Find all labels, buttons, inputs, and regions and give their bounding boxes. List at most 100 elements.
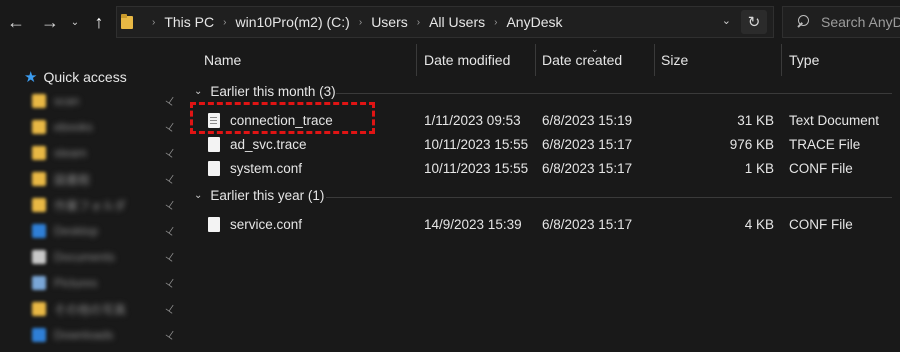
group-divider: [336, 93, 892, 94]
breadcrumb-all-users[interactable]: All Users: [429, 14, 485, 30]
navigation-bar: ← → ⌄ ↑ › This PC › win10Pro(m2) (C:) › …: [0, 0, 900, 44]
file-name-cell[interactable]: service.conf: [208, 212, 302, 236]
pin-icon[interactable]: ⊥: [163, 274, 178, 290]
type-cell: CONF File: [789, 160, 853, 176]
sidebar-item[interactable]: 作業フォルダ: [32, 196, 126, 214]
sidebar-item[interactable]: 図書館: [32, 170, 90, 188]
breadcrumb-this-pc[interactable]: This PC: [164, 14, 214, 30]
forward-button[interactable]: →: [38, 10, 62, 34]
size-cell: 976 KB: [729, 136, 774, 152]
group-header-this-month[interactable]: ⌄ Earlier this month (3): [194, 84, 336, 99]
column-header-date-modified[interactable]: Date modified: [424, 44, 510, 76]
search-box[interactable]: [782, 6, 900, 38]
pin-icon[interactable]: ⊥: [163, 118, 178, 134]
column-divider[interactable]: [781, 44, 782, 76]
folder-icon: [32, 94, 46, 108]
address-dropdown-button[interactable]: ⌄: [722, 14, 731, 27]
sidebar-item[interactable]: scan: [32, 92, 79, 110]
navigation-pane: ★ Quick access scan ⊥ ebooks ⊥ steam ⊥ 図書館 ⊥ 作業フ…: [0, 44, 184, 352]
column-divider[interactable]: [654, 44, 655, 76]
breadcrumb-drive[interactable]: win10Pro(m2) (C:): [235, 14, 349, 30]
pin-icon[interactable]: ⊥: [163, 170, 178, 186]
column-header-size[interactable]: Size: [661, 44, 688, 76]
sidebar-item-quick-access[interactable]: ★ Quick access: [24, 68, 127, 86]
table-row[interactable]: ad_svc.trace 10/11/2023 15:55 6/8/2023 1…: [186, 132, 900, 156]
arrow-right-icon: →: [41, 11, 59, 32]
up-button[interactable]: ↑: [88, 10, 110, 34]
chevron-down-icon: ⌄: [194, 86, 203, 97]
folder-icon: [32, 198, 46, 212]
column-headers: Name Date modified ⌄ Date created Size T…: [186, 44, 900, 76]
sidebar-item-label: Desktop: [54, 224, 99, 238]
pin-icon[interactable]: ⊥: [163, 326, 178, 342]
column-divider[interactable]: [416, 44, 417, 76]
folder-icon: [32, 120, 46, 134]
arrow-up-icon: ↑: [94, 11, 104, 32]
group-title: Earlier this year (1): [210, 188, 325, 203]
file-name: ad_svc.trace: [230, 136, 307, 152]
pin-icon[interactable]: ⊥: [163, 144, 178, 160]
chevron-down-icon: ⌄: [70, 16, 80, 28]
sidebar-item-label: ebooks: [54, 120, 93, 134]
sidebar-item-label: Documents: [54, 250, 115, 264]
file-name-cell[interactable]: ad_svc.trace: [208, 132, 307, 156]
file-name: service.conf: [230, 216, 303, 232]
highlight-annotation: [190, 102, 375, 134]
file-name-cell[interactable]: system.conf: [208, 156, 302, 180]
date-created-cell: 6/8/2023 15:17: [542, 136, 633, 152]
sidebar-item[interactable]: Pictures: [32, 274, 97, 292]
size-cell: 1 KB: [744, 160, 774, 176]
group-divider: [326, 197, 892, 198]
pin-icon[interactable]: ⊥: [163, 196, 178, 212]
sidebar-item-label: Quick access: [43, 69, 127, 85]
folder-icon: [32, 146, 46, 160]
address-bar[interactable]: › This PC › win10Pro(m2) (C:) › Users › …: [116, 6, 774, 38]
breadcrumb-separator[interactable]: ›: [494, 17, 497, 28]
size-cell: 31 KB: [737, 112, 774, 128]
folder-icon: [121, 14, 135, 30]
table-row[interactable]: service.conf 14/9/2023 15:39 6/8/2023 15…: [186, 212, 900, 236]
breadcrumb-users[interactable]: Users: [371, 14, 408, 30]
column-header-name[interactable]: Name: [204, 44, 241, 76]
folder-icon: [32, 224, 46, 238]
chevron-down-icon: ⌄: [194, 190, 203, 201]
file-list: Name Date modified ⌄ Date created Size T…: [186, 44, 900, 352]
folder-icon: [32, 250, 46, 264]
sidebar-item-label: Downloads: [54, 328, 114, 342]
sidebar-item[interactable]: ebooks: [32, 118, 93, 136]
sidebar-item-label: その他の写真: [54, 302, 127, 317]
column-divider[interactable]: [535, 44, 536, 76]
date-modified-cell: 10/11/2023 15:55: [424, 160, 529, 176]
pin-icon[interactable]: ⊥: [163, 300, 178, 316]
date-modified-cell: 14/9/2023 15:39: [424, 216, 522, 232]
breadcrumb-anydesk[interactable]: AnyDesk: [506, 14, 562, 30]
pin-icon[interactable]: ⊥: [163, 92, 178, 108]
sidebar-item[interactable]: steam: [32, 144, 87, 162]
breadcrumb-separator[interactable]: ›: [359, 17, 362, 28]
file-icon: [208, 216, 220, 232]
pin-icon[interactable]: ⊥: [163, 222, 178, 238]
sidebar-item[interactable]: その他の写真: [32, 300, 126, 318]
breadcrumb-separator[interactable]: ›: [152, 17, 155, 28]
sidebar-item[interactable]: Documents: [32, 248, 115, 266]
group-header-this-year[interactable]: ⌄ Earlier this year (1): [194, 188, 324, 203]
size-cell: 4 KB: [744, 216, 774, 232]
date-modified-cell: 10/11/2023 15:55: [424, 136, 529, 152]
breadcrumb-separator[interactable]: ›: [417, 17, 420, 28]
folder-icon: [32, 328, 46, 342]
column-header-type[interactable]: Type: [789, 44, 819, 76]
table-row[interactable]: system.conf 10/11/2023 15:55 6/8/2023 15…: [186, 156, 900, 180]
sidebar-item-label: steam: [54, 146, 87, 160]
back-button[interactable]: ←: [4, 10, 28, 34]
column-header-date-created[interactable]: Date created: [542, 44, 622, 76]
group-title: Earlier this month (3): [210, 84, 336, 99]
search-input[interactable]: [821, 14, 900, 30]
refresh-button[interactable]: ↻: [741, 10, 767, 34]
recent-locations-button[interactable]: ⌄: [68, 10, 82, 34]
pin-icon[interactable]: ⊥: [163, 248, 178, 264]
sidebar-item-label: 作業フォルダ: [54, 198, 127, 213]
sidebar-item[interactable]: Desktop: [32, 222, 98, 240]
sidebar-item[interactable]: Downloads: [32, 326, 113, 344]
breadcrumb-separator[interactable]: ›: [223, 17, 226, 28]
date-created-cell: 6/8/2023 15:19: [542, 112, 633, 128]
